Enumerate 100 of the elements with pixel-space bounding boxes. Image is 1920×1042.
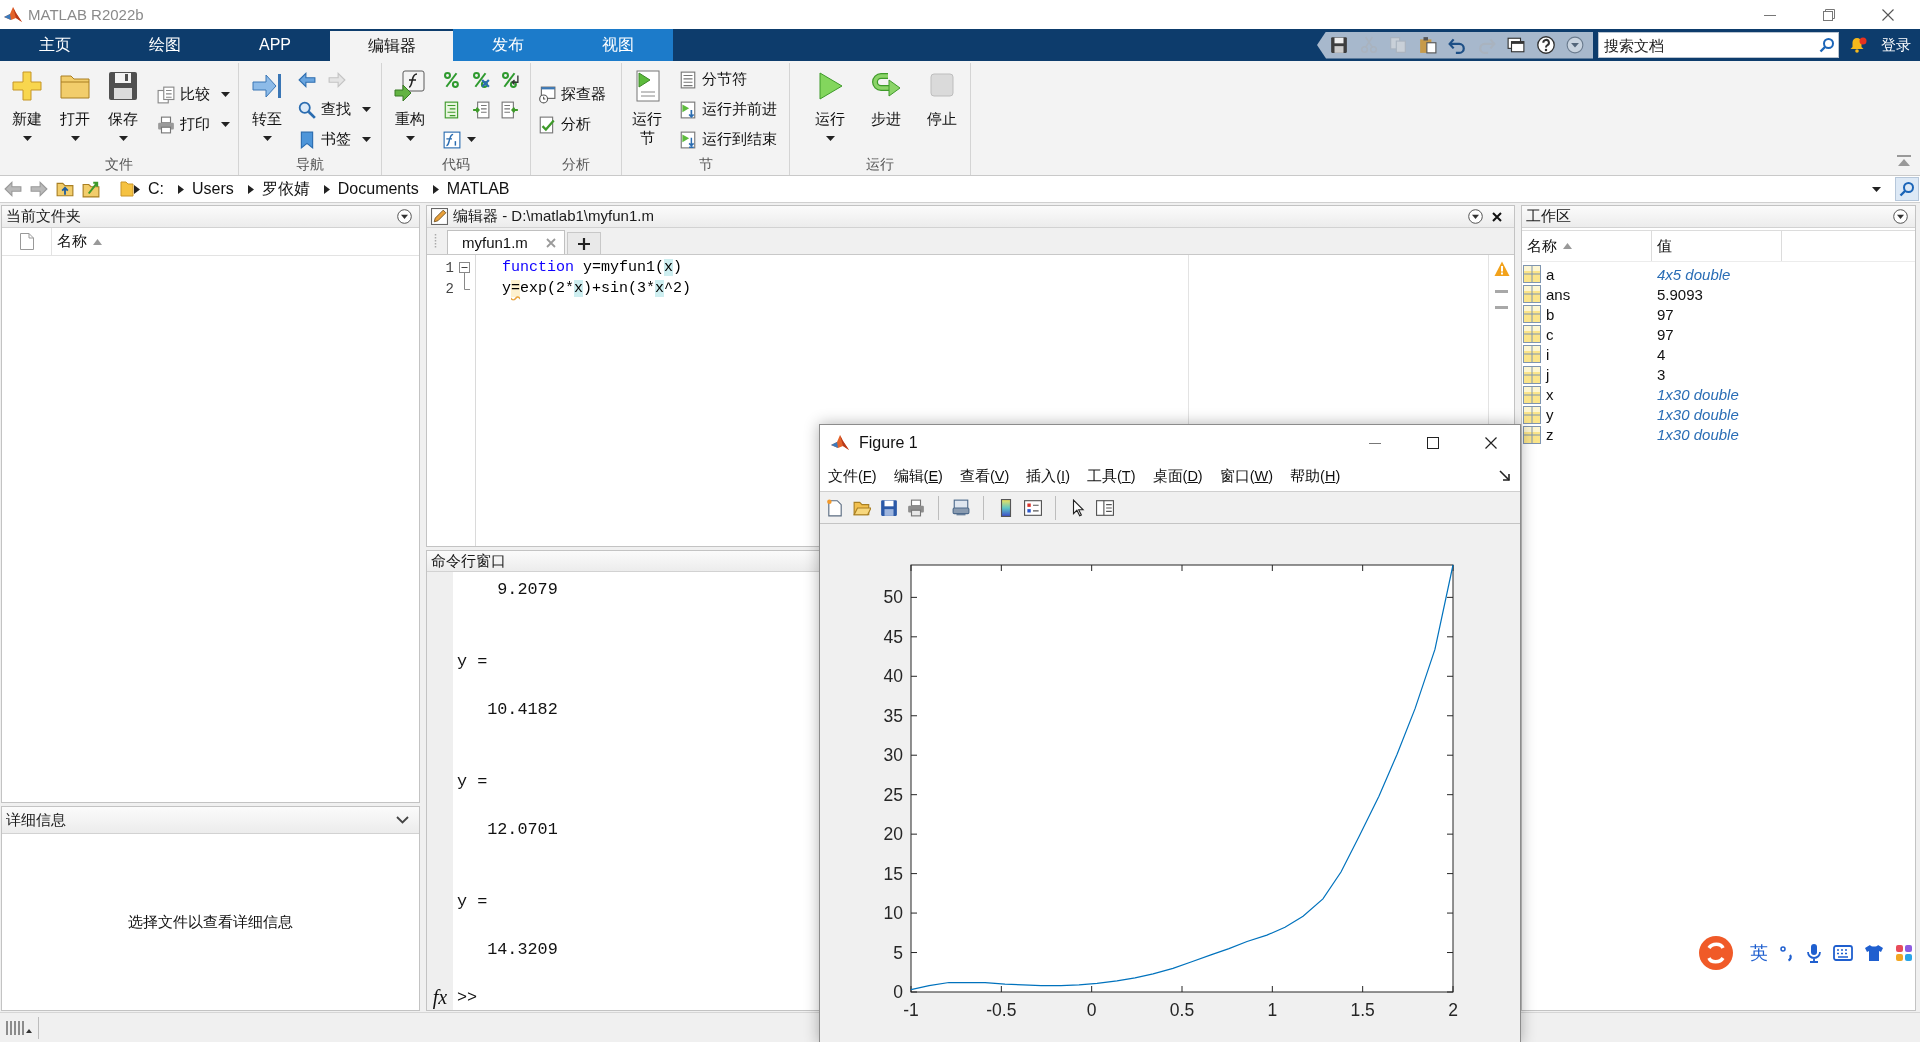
ribbon-button[interactable]: 保存: [99, 63, 147, 141]
menu-item[interactable]: 帮助(H): [1290, 466, 1341, 486]
help-icon[interactable]: [1536, 36, 1555, 54]
undo-icon[interactable]: [1448, 36, 1466, 54]
microphone-icon[interactable]: [1806, 943, 1822, 963]
menu-item[interactable]: 插入(I): [1026, 466, 1070, 486]
issue-marker-icon[interactable]: [1495, 306, 1508, 309]
restore-icon[interactable]: [1823, 8, 1835, 21]
variable-name[interactable]: z: [1546, 426, 1554, 444]
forward-arrow-icon[interactable]: [30, 180, 48, 198]
path-segment[interactable]: MATLAB: [446, 180, 510, 198]
collapse-ribbon-icon[interactable]: [1897, 155, 1911, 167]
caret-icon: [221, 122, 230, 127]
clipboard-icon[interactable]: [1418, 36, 1437, 54]
ribbon-button[interactable]: 运行: [806, 63, 854, 141]
ribbon-tab[interactable]: 发布: [453, 29, 563, 61]
variable-name[interactable]: c: [1546, 325, 1554, 343]
axis-tick-label: 35: [883, 705, 903, 726]
caret-icon: [405, 136, 415, 141]
ribbon-button[interactable]: 比较: [157, 79, 230, 110]
close-icon[interactable]: [1485, 437, 1497, 449]
column-header[interactable]: 名称: [1522, 231, 1652, 261]
search-field[interactable]: 搜索文档: [1598, 32, 1839, 58]
logo-icon[interactable]: [1697, 934, 1735, 972]
back-arrow-icon[interactable]: [298, 70, 316, 89]
ribbon-tab[interactable]: 主页: [0, 29, 110, 61]
new-tab-button[interactable]: [566, 232, 601, 254]
variable-name[interactable]: y: [1546, 406, 1554, 424]
back-arrow-icon[interactable]: [4, 180, 22, 198]
ribbon-tab[interactable]: 视图: [563, 29, 673, 61]
browse-folder-icon[interactable]: [82, 180, 100, 198]
dropdown-circle-icon[interactable]: [1468, 209, 1483, 224]
issue-marker-icon[interactable]: [1495, 290, 1508, 293]
ribbon-button[interactable]: 分析: [538, 109, 591, 140]
legend-icon[interactable]: [1024, 498, 1042, 517]
variable-name[interactable]: i: [1546, 345, 1550, 363]
fold-collapse-icon[interactable]: [459, 262, 470, 278]
ribbon-tab[interactable]: 绘图: [110, 29, 220, 61]
shirt-icon[interactable]: [1864, 944, 1884, 962]
close-icon[interactable]: [1882, 8, 1894, 21]
caret-icon: [362, 107, 371, 112]
chevron-down-icon[interactable]: [396, 816, 409, 824]
bell-icon[interactable]: [1849, 36, 1867, 54]
matrix-icon: [1523, 325, 1541, 344]
new-document-icon[interactable]: [826, 498, 844, 517]
keyboard-icon[interactable]: [1833, 945, 1853, 961]
menu-item[interactable]: 桌面(D): [1152, 466, 1203, 486]
ribbon-button[interactable]: 打印: [157, 109, 230, 140]
print-preview-icon[interactable]: [952, 498, 970, 517]
ribbon-tab[interactable]: APP: [220, 29, 330, 61]
plus-icon: [577, 237, 590, 250]
path-segment[interactable]: Users: [192, 180, 234, 198]
ribbon-button[interactable]: 打开: [51, 63, 99, 141]
search-icon[interactable]: [1819, 37, 1835, 53]
menu-item[interactable]: 文件(F): [828, 466, 877, 486]
ribbon-button[interactable]: 分节符: [679, 64, 747, 95]
status-bars-icon[interactable]: [5, 1019, 33, 1036]
menu-item[interactable]: 窗口(W): [1219, 466, 1274, 486]
ribbon-button[interactable]: 查找: [298, 94, 371, 125]
ribbon-button[interactable]: 探查器: [538, 79, 606, 110]
command-prompt[interactable]: >>: [457, 986, 478, 1010]
variable-name[interactable]: ans: [1546, 285, 1571, 303]
maximize-icon[interactable]: [1427, 437, 1439, 449]
variable-name[interactable]: a: [1546, 265, 1555, 283]
menu-item[interactable]: 工具(T): [1087, 466, 1136, 486]
punctuation-icon[interactable]: [1779, 944, 1795, 962]
ribbon-button[interactable]: 运行到结束: [679, 124, 777, 155]
printer-icon[interactable]: [907, 498, 925, 517]
dropdown-circle-icon[interactable]: [397, 209, 412, 224]
close-icon[interactable]: [1492, 211, 1502, 222]
dock-arrow-icon[interactable]: [1499, 470, 1511, 482]
ribbon-button[interactable]: 运行并前进: [679, 94, 777, 125]
property-panel-icon[interactable]: [1096, 498, 1114, 517]
ribbon-button[interactable]: 运行节: [623, 63, 671, 155]
percent-icon: [443, 70, 461, 89]
menu-item[interactable]: 编辑(E): [893, 466, 943, 486]
windows-icon[interactable]: [1507, 36, 1525, 54]
path-segment[interactable]: C:: [148, 180, 164, 198]
input-mode-label[interactable]: 英: [1750, 941, 1768, 965]
ribbon-button[interactable]: 重构: [386, 63, 434, 141]
variable-name[interactable]: x: [1546, 386, 1554, 404]
column-header[interactable]: 值: [1652, 231, 1782, 261]
sign-in-link[interactable]: 登录: [1881, 35, 1911, 55]
path-segment[interactable]: Documents: [337, 180, 419, 198]
path-segment[interactable]: 罗依婧: [261, 178, 310, 200]
ribbon-tab[interactable]: 编辑器: [330, 31, 453, 61]
ribbon-button[interactable]: 书签: [298, 124, 371, 155]
up-folder-icon[interactable]: [56, 180, 74, 198]
ribbon-button[interactable]: 转至: [243, 63, 291, 141]
ribbon-button[interactable]: 新建: [3, 63, 51, 141]
editor-tab[interactable]: myfun1.m: [447, 230, 565, 254]
dropdown-circle-icon[interactable]: [1893, 209, 1908, 224]
grid-icon[interactable]: [1895, 944, 1913, 962]
ribbon-button[interactable]: 步进: [862, 63, 910, 136]
function-browser-button[interactable]: fx: [432, 985, 448, 1009]
menu-item[interactable]: 查看(V): [959, 466, 1010, 486]
variable-name[interactable]: j: [1546, 366, 1550, 383]
variable-name[interactable]: b: [1546, 305, 1555, 323]
ribbon-button[interactable]: 停止: [918, 63, 966, 136]
column-header[interactable]: 名称: [52, 228, 419, 255]
